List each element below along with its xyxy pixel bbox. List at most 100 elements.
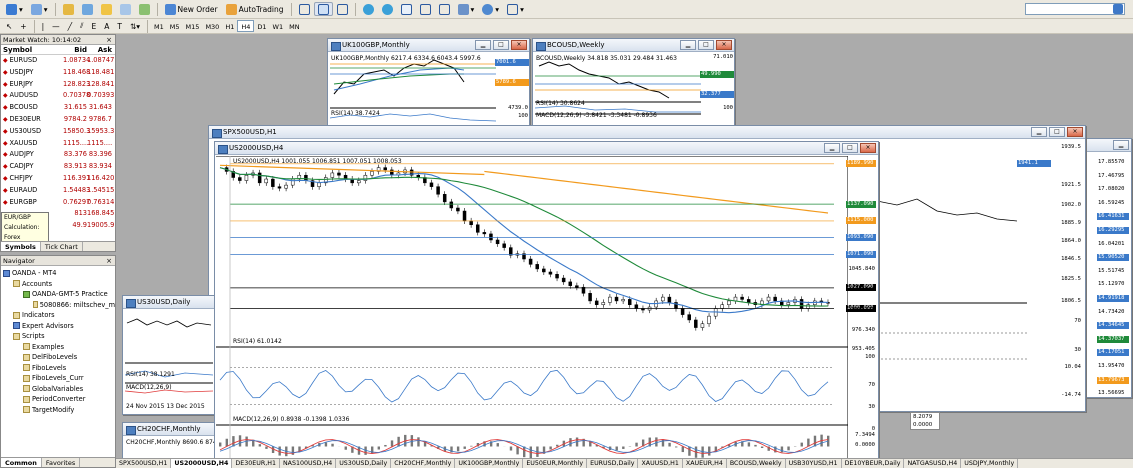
minimize-button[interactable]: ▁ bbox=[824, 143, 840, 153]
timeframe-m15[interactable]: M15 bbox=[183, 21, 203, 33]
chart-tab[interactable]: DE30EUR,H1 bbox=[232, 459, 280, 468]
fibonacci-button[interactable]: Ε bbox=[88, 19, 101, 33]
market-watch-row[interactable]: ◆ BCOUSD 31.615 31.643 bbox=[1, 102, 115, 114]
chart-tab[interactable]: NAS100USD,H4 bbox=[280, 459, 337, 468]
chart-window-us30usd[interactable]: US30USD,Daily RSI(14) 38.1291 MACD(12,26… bbox=[122, 295, 216, 415]
market-watch-row[interactable]: ◆ US30USD 15850.3 15953.3 bbox=[1, 126, 115, 138]
us30-chart-canvas[interactable] bbox=[125, 311, 213, 411]
close-button[interactable]: × bbox=[511, 40, 527, 50]
indicators-button[interactable]: ▾ bbox=[454, 2, 479, 16]
market-watch-row[interactable]: ◆ DE30EUR 9784.2 9786.7 bbox=[1, 114, 115, 126]
new-chart-button[interactable]: ▾ bbox=[2, 2, 27, 16]
zoom-in-button[interactable] bbox=[359, 2, 378, 16]
chart-tab[interactable]: NATGASUSD,H4 bbox=[904, 459, 962, 468]
label-button[interactable]: T bbox=[113, 19, 126, 33]
navigator-item[interactable]: Scripts bbox=[1, 331, 115, 342]
chart-shift-button[interactable] bbox=[435, 2, 454, 16]
periods-button[interactable]: ▾ bbox=[478, 2, 503, 16]
navigator-button[interactable] bbox=[97, 2, 116, 16]
timeframe-d1[interactable]: D1 bbox=[254, 21, 269, 33]
profiles-button[interactable]: ▾ bbox=[27, 2, 52, 16]
search-icon[interactable] bbox=[1113, 4, 1123, 14]
symbol-column-header[interactable]: Symbol bbox=[1, 45, 63, 54]
timeframe-h1[interactable]: H1 bbox=[222, 21, 237, 33]
tab-favorites[interactable]: Favorites bbox=[42, 458, 81, 467]
tab-symbols[interactable]: Symbols bbox=[1, 242, 41, 251]
market-watch-row[interactable]: ◆ XAUUSD 1115.... 1115.... bbox=[1, 138, 115, 150]
data-window-button[interactable] bbox=[78, 2, 97, 16]
close-button[interactable]: × bbox=[1067, 127, 1083, 137]
market-watch-button[interactable] bbox=[59, 2, 78, 16]
timeframe-mn[interactable]: MN bbox=[286, 21, 302, 33]
spx-chart-canvas[interactable] bbox=[877, 141, 1027, 411]
market-watch-row[interactable]: ◆ AUDUSD 0.70378 0.70393 bbox=[1, 90, 115, 102]
navigator-item[interactable]: TargetModify bbox=[1, 405, 115, 416]
navigator-item[interactable]: 5080866: miltschev_m bbox=[1, 300, 115, 311]
market-watch-row[interactable]: ◆ EURUSD 1.08734 1.08747 bbox=[1, 55, 115, 67]
bar-chart-button[interactable] bbox=[295, 2, 314, 16]
close-button[interactable]: × bbox=[860, 143, 876, 153]
chart-tab[interactable]: SPX500USD,H1 bbox=[116, 459, 172, 468]
search-box[interactable] bbox=[1025, 3, 1125, 15]
chart-window-us2000usd[interactable]: US2000USD,H4 ▁ □ × US2000USD,H4 1001.055 10… bbox=[214, 141, 879, 468]
ask-column-header[interactable]: Ask bbox=[87, 45, 114, 54]
navigator-item[interactable]: GlobalVariables bbox=[1, 384, 115, 395]
navigator-item[interactable]: PeriodConverter bbox=[1, 394, 115, 405]
window-title-bar[interactable]: CH20CHF,Monthly bbox=[123, 423, 215, 436]
strategy-tester-button[interactable] bbox=[135, 2, 154, 16]
close-button[interactable]: × bbox=[716, 40, 732, 50]
minimize-button[interactable]: ▁ bbox=[1113, 140, 1129, 150]
trendline-button[interactable]: ╱ bbox=[64, 19, 77, 33]
minimize-button[interactable]: ▁ bbox=[1031, 127, 1047, 137]
navigator-item[interactable]: OANDA - MT4 bbox=[1, 268, 115, 279]
navigator-item[interactable]: DelFiboLevels bbox=[1, 352, 115, 363]
market-watch-row[interactable]: ◆ USDJPY 118.468 118.481 bbox=[1, 67, 115, 79]
autotrading-button[interactable]: AutoTrading bbox=[222, 2, 288, 16]
market-watch-row[interactable]: ◆ EURGBP 0.76297 0.76314 bbox=[1, 197, 115, 209]
channel-button[interactable]: ⫽ bbox=[76, 19, 87, 33]
close-icon[interactable]: × bbox=[106, 256, 115, 265]
navigator-item[interactable]: OANDA-GMT-5 Practice bbox=[1, 289, 115, 300]
arrows-button[interactable]: ⇅▾ bbox=[126, 19, 144, 33]
navigator-item[interactable]: Accounts bbox=[1, 279, 115, 290]
tile-windows-button[interactable] bbox=[397, 2, 416, 16]
timeframe-m1[interactable]: M1 bbox=[151, 21, 167, 33]
auto-scroll-button[interactable] bbox=[416, 2, 435, 16]
vertical-line-button[interactable]: | bbox=[38, 19, 49, 33]
timeframe-m5[interactable]: M5 bbox=[167, 21, 183, 33]
chart-tab[interactable]: USB30YUSD,H1 bbox=[786, 459, 842, 468]
chart-tab[interactable]: UK100GBP,Monthly bbox=[455, 459, 524, 468]
navigator-item[interactable]: FiboLevels bbox=[1, 363, 115, 374]
crosshair-button[interactable]: + bbox=[16, 19, 30, 33]
maximize-button[interactable]: □ bbox=[1049, 127, 1065, 137]
bid-column-header[interactable]: Bid bbox=[63, 45, 87, 54]
chart-window-uk100gbp[interactable]: UK100GBP,Monthly ▁ □ × UK100GBP,Monthly 621… bbox=[327, 38, 530, 128]
zoom-out-button[interactable] bbox=[378, 2, 397, 16]
chart-tab[interactable]: EU50EUR,Monthly bbox=[523, 459, 588, 468]
timeframe-m30[interactable]: M30 bbox=[202, 21, 222, 33]
chart-window-ch20chf[interactable]: CH20CHF,Monthly CH20CHF,Monthly 8690.6 8… bbox=[122, 422, 226, 460]
templates-button[interactable]: ▾ bbox=[503, 2, 528, 16]
chart-tab[interactable]: US2000USD,H4 bbox=[171, 459, 233, 468]
navigator-item[interactable]: FiboLevels_Curr bbox=[1, 373, 115, 384]
timeframe-w1[interactable]: W1 bbox=[270, 21, 287, 33]
line-chart-button[interactable] bbox=[333, 2, 352, 16]
terminal-button[interactable] bbox=[116, 2, 135, 16]
navigator-item[interactable]: Indicators bbox=[1, 310, 115, 321]
window-title-bar[interactable]: UK100GBP,Monthly ▁ □ × bbox=[328, 39, 529, 52]
chart-tab[interactable]: BCOUSD,Weekly bbox=[727, 459, 786, 468]
new-order-button[interactable]: New Order bbox=[161, 2, 222, 16]
chart-tab[interactable]: EURUSD,Daily bbox=[587, 459, 639, 468]
window-title-bar[interactable]: US2000USD,H4 ▁ □ × bbox=[215, 142, 878, 155]
text-button[interactable]: A bbox=[100, 19, 113, 33]
market-watch-row[interactable]: ◆ EURJPY 128.823 128.841 bbox=[1, 79, 115, 91]
market-watch-row[interactable]: ◆ AUDJPY 83.376 83.396 bbox=[1, 149, 115, 161]
market-watch-row[interactable]: ◆ EURAUD 1.54483 1.54515 bbox=[1, 185, 115, 197]
minimize-button[interactable]: ▁ bbox=[680, 40, 696, 50]
chart-tab[interactable]: DE10YBEUR,Daily bbox=[842, 459, 905, 468]
maximize-button[interactable]: □ bbox=[493, 40, 509, 50]
window-title-bar[interactable]: BCOUSD,Weekly ▁ □ × bbox=[533, 39, 734, 52]
chart-tab[interactable]: USDJPY,Monthly bbox=[961, 459, 1019, 468]
chart-tab[interactable]: CH20CHF,Monthly bbox=[391, 459, 456, 468]
navigator-item[interactable]: Expert Advisors bbox=[1, 321, 115, 332]
